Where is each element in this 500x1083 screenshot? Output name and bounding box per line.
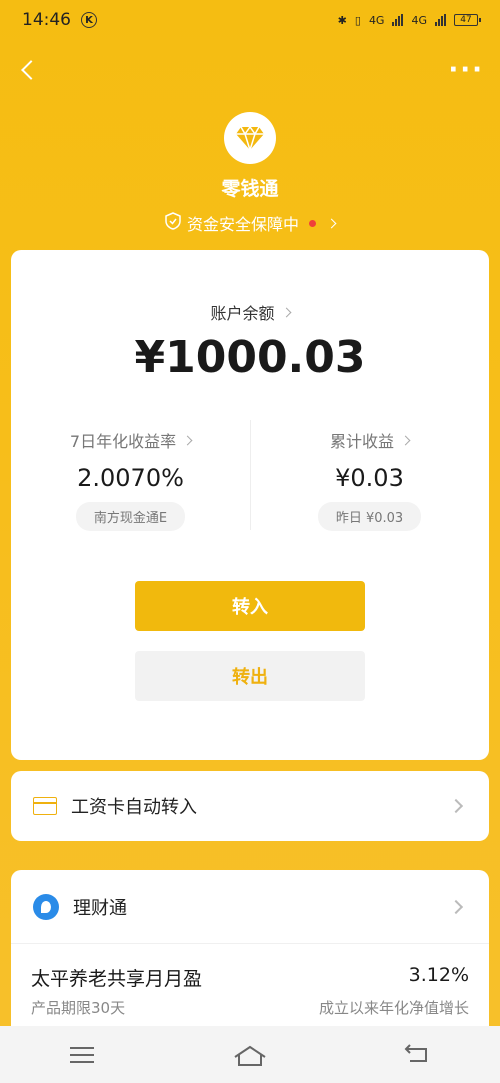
signal-icon-2 xyxy=(435,14,446,26)
yield-rate-stat[interactable]: 7日年化收益率 2.0070% 南方现金通E xyxy=(11,428,250,531)
chevron-right-icon xyxy=(281,307,291,317)
notification-dot xyxy=(309,219,316,227)
cumulative-earnings-stat[interactable]: 累计收益 ¥0.03 昨日 ¥0.03 xyxy=(250,428,489,531)
chevron-right-icon xyxy=(182,435,193,445)
chevron-right-icon xyxy=(326,218,337,228)
cumulative-earnings-value: ¥0.03 xyxy=(335,464,404,492)
safety-guarantee-link[interactable]: 资金安全保障中 xyxy=(0,211,500,235)
bluetooth-icon: ✱ xyxy=(337,13,347,27)
status-bar: 14:46 K ✱ ▯ 4G 4G 47 xyxy=(0,0,500,40)
balance-label: 账户余额 xyxy=(210,304,275,323)
product-rate-desc: 成立以来年化净值增长 xyxy=(318,999,469,1017)
product-term: 产品期限30天 xyxy=(31,999,126,1017)
wealth-card: 理财通 太平养老共享月月盈 3.12% 产品期限30天 成立以来年化净值增长 xyxy=(11,870,489,1030)
bank-card-icon xyxy=(33,797,57,815)
wealth-header-row[interactable]: 理财通 xyxy=(11,870,489,944)
system-nav-bar xyxy=(0,1026,500,1083)
fund-name-badge: 南方现金通E xyxy=(75,502,186,531)
wealth-title: 理财通 xyxy=(73,897,127,919)
balance-label-link[interactable]: 账户余额 xyxy=(11,300,489,324)
k-badge-icon: K xyxy=(81,12,97,28)
menu-icon[interactable] xyxy=(69,1046,94,1063)
chevron-right-icon xyxy=(400,435,411,445)
balance-card: 账户余额 ¥1000.03 7日年化收益率 2.0070% 南方现金通E 累计收… xyxy=(11,250,489,760)
battery-icon: 47 xyxy=(454,14,481,26)
yesterday-earnings-badge: 昨日 ¥0.03 xyxy=(317,502,422,531)
cumulative-earnings-label: 累计收益 xyxy=(329,432,394,451)
page-title: 零钱通 xyxy=(221,178,279,200)
back-arrow-icon[interactable] xyxy=(21,60,41,80)
licaitong-logo-icon xyxy=(33,893,59,920)
diamond-logo-icon xyxy=(224,112,276,164)
transfer-in-button[interactable]: 转入 xyxy=(135,581,365,631)
product-name: 太平养老共享月月盈 xyxy=(31,968,203,990)
safety-text: 资金安全保障中 xyxy=(186,215,299,234)
balance-value: ¥1000.03 xyxy=(134,332,366,383)
signal-icon-1 xyxy=(392,14,404,26)
yield-rate-label: 7日年化收益率 xyxy=(69,432,177,451)
status-time: 14:46 xyxy=(22,10,71,30)
vibrate-icon: ▯ xyxy=(354,13,361,27)
back-nav-icon[interactable] xyxy=(402,1043,430,1067)
network-label-2: 4G xyxy=(411,13,427,27)
more-options-icon[interactable]: ··· xyxy=(448,57,484,83)
network-label-1: 4G xyxy=(368,13,385,27)
chevron-right-icon xyxy=(448,798,464,814)
header: 零钱通 资金安全保障中 xyxy=(0,112,500,235)
product-item[interactable]: 太平养老共享月月盈 3.12% 产品期限30天 成立以来年化净值增长 xyxy=(11,964,489,1018)
chevron-right-icon xyxy=(448,899,464,914)
salary-card-auto-transfer-row[interactable]: 工资卡自动转入 xyxy=(11,771,489,841)
transfer-out-button[interactable]: 转出 xyxy=(135,651,365,701)
product-rate: 3.12% xyxy=(408,964,469,986)
nav-bar: ··· xyxy=(0,50,500,90)
home-icon[interactable] xyxy=(233,1045,266,1066)
shield-icon xyxy=(165,212,181,234)
yield-rate-value: 2.0070% xyxy=(77,464,184,492)
auto-transfer-label: 工资卡自动转入 xyxy=(71,797,197,818)
